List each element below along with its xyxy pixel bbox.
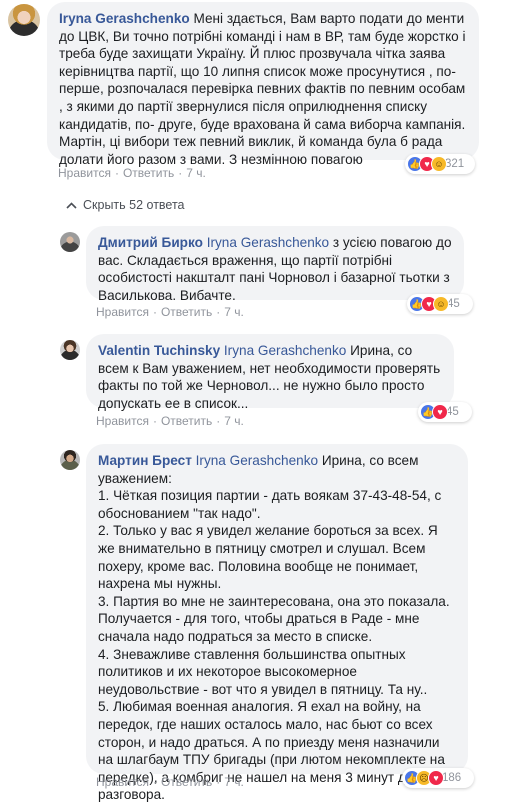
reaction-summary[interactable]: 👍 ♥ ☺ 321 (405, 154, 475, 174)
comment-author[interactable]: Iryna Gerashchenko (59, 11, 190, 26)
haha-reaction-icon: ☺ (433, 296, 449, 312)
comment-time[interactable]: 7 ч. (224, 414, 244, 428)
like-link[interactable]: Нравится (96, 775, 149, 789)
comment-author[interactable]: Valentin Tuchinsky (98, 343, 220, 358)
reaction-summary[interactable]: 👍 ☹ ♥ 186 (402, 768, 474, 788)
reply-link[interactable]: Ответить (161, 775, 212, 789)
haha-reaction-icon: ☺ (431, 156, 447, 172)
reply-link[interactable]: Ответить (161, 305, 212, 319)
comment-text-line: 2. Только у вас я увидел желание боротьс… (98, 523, 438, 592)
reaction-count: 186 (442, 772, 462, 784)
reaction-summary[interactable]: 👍 ♥ 45 (418, 402, 472, 422)
comment-time[interactable]: 7 ч. (186, 166, 206, 180)
comment-actions: Нравится · Ответить · 7 ч. (96, 305, 244, 319)
mention-link[interactable]: Iryna Gerashchenko (207, 235, 329, 250)
reaction-count: 321 (445, 158, 465, 170)
comment-bubble: Мартин Брест Iryna Gerashchenko Ирина, с… (86, 444, 468, 802)
comment-bubble: Iryna Gerashchenko Мені здається, Вам ва… (47, 2, 479, 167)
love-reaction-icon: ♥ (432, 404, 448, 420)
hide-replies-label: Скрыть 52 ответа (83, 198, 185, 212)
hide-replies-link[interactable]: Скрыть 52 ответа (66, 198, 185, 212)
mention-link[interactable]: Iryna Gerashchenko (196, 453, 318, 468)
comment-author[interactable]: Мартин Брест (98, 453, 192, 468)
comment-bubble: Valentin Tuchinsky Iryna Gerashchenko Ир… (86, 334, 454, 411)
comment-time[interactable]: 7 ч. (224, 305, 244, 319)
mention-link[interactable]: Iryna Gerashchenko (224, 343, 346, 358)
comment-time[interactable]: 7 ч. (224, 775, 244, 789)
comment-bubble: Дмитрий Бирко Iryna Gerashchenko з усією… (86, 226, 464, 303)
avatar[interactable] (60, 232, 80, 252)
comment-actions: Нравится · Ответить · 7 ч. (96, 775, 244, 789)
like-link[interactable]: Нравится (96, 305, 149, 319)
avatar[interactable] (60, 340, 80, 360)
avatar[interactable] (60, 450, 80, 470)
reply-link[interactable]: Ответить (123, 166, 174, 180)
avatar[interactable] (8, 4, 40, 36)
reaction-summary[interactable]: 👍 ♥ ☺ 45 (407, 294, 473, 314)
comment-text-line: 4. Зневажливе ставлення большинства опыт… (98, 646, 428, 697)
love-reaction-icon: ♥ (428, 770, 444, 786)
comment-text-line: 3. Партия во мне не заинтересована, она … (98, 593, 450, 644)
comment-actions: Нравится · Ответить · 7 ч. (96, 414, 244, 428)
comment-text: Мені здається, Вам варто подати до менти… (59, 11, 466, 167)
comment-actions: Нравится · Ответить · 7 ч. (58, 166, 206, 180)
reply-link[interactable]: Ответить (161, 414, 212, 428)
like-link[interactable]: Нравится (96, 414, 149, 428)
like-link[interactable]: Нравится (58, 166, 111, 180)
comment-text-line: 1. Чёткая позиция партии - дать воякам 3… (98, 488, 442, 521)
chevron-up-icon (66, 201, 77, 209)
comment-author[interactable]: Дмитрий Бирко (98, 235, 203, 250)
